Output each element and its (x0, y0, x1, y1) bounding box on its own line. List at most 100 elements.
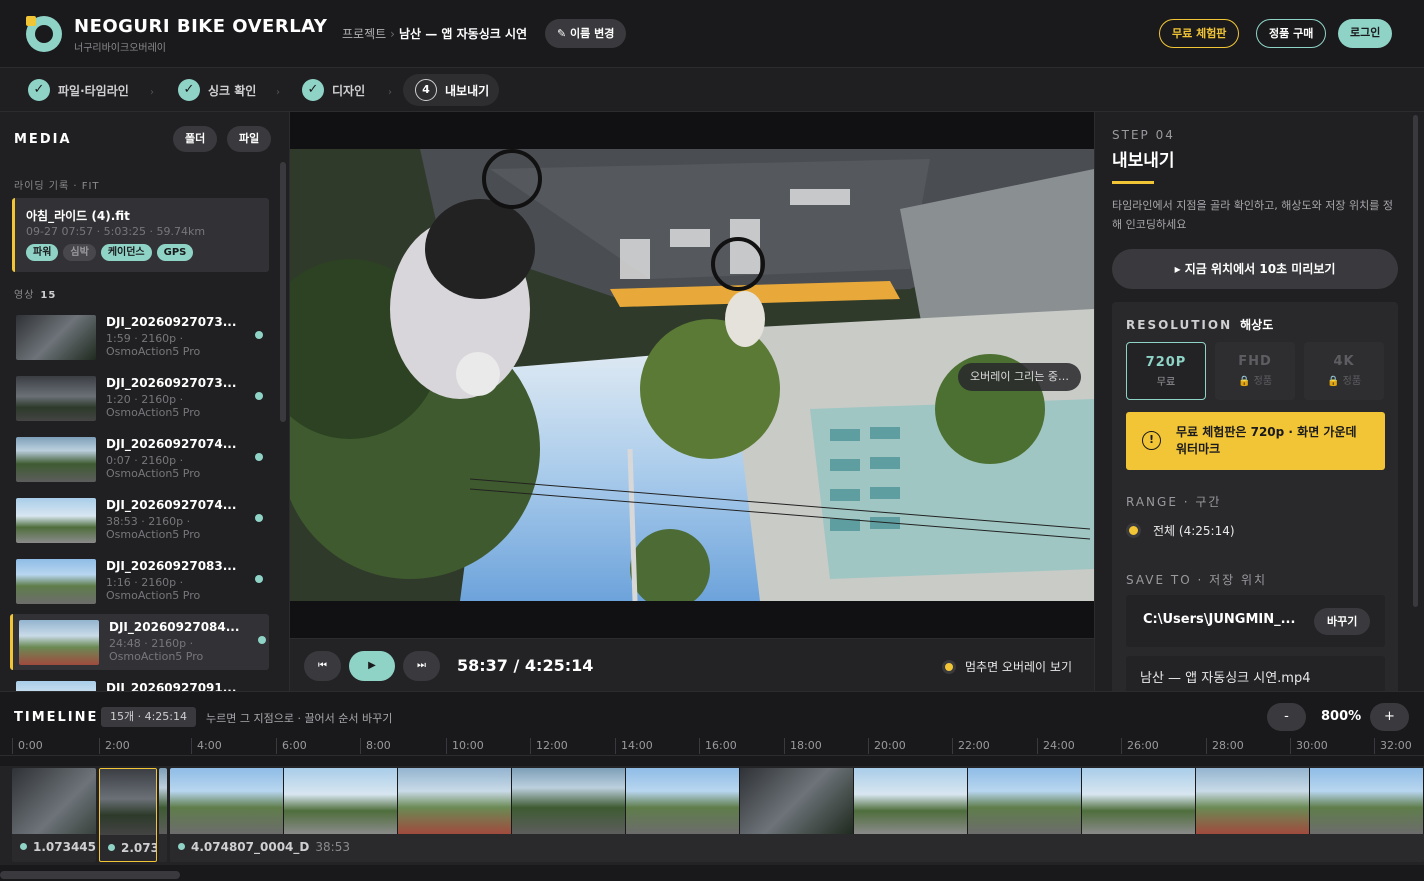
ruler-tick: 24:00 (1037, 738, 1075, 754)
clip-thumbnails (100, 769, 156, 835)
timeline-panel: TIMELINE 15개 · 4:25:14 누르면 그 지점으로 · 끌어서 … (0, 691, 1424, 881)
pause-overlay-toggle[interactable]: 멈추면 오버레이 보기 (942, 658, 1072, 675)
video-thumbnail (19, 620, 99, 665)
export-scrollbar[interactable] (1413, 115, 1418, 607)
step-files-timeline[interactable]: ✓ 파일·타임라인 (28, 74, 129, 106)
step-label: 파일·타임라인 (58, 83, 129, 98)
video-name: DJI_20260927084... (109, 620, 240, 634)
zoom-in-button[interactable]: + (1370, 703, 1409, 731)
media-title: MEDIA (14, 132, 72, 147)
free-trial-button[interactable]: 무료 체험판 (1159, 19, 1240, 48)
ruler-tick: 18:00 (784, 738, 822, 754)
timeline-clip[interactable]: 4.074807_0004_D 38:53 (170, 768, 1424, 862)
clip-label: 2.073 (108, 841, 156, 855)
range-option-all[interactable]: 전체 (4:25:14) (1126, 522, 1235, 539)
video-count: 15 (40, 290, 57, 301)
buy-license-button[interactable]: 정품 구매 (1256, 19, 1327, 48)
media-panel: MEDIA 폴더 파일 라이딩 기록 · FIT 아침_라이드 (4).fit … (0, 112, 290, 691)
top-header: NEOGURI BIKE OVERLAY 너구리바이크오버레이 프로젝트 › 남산 … (0, 0, 1424, 68)
preview-10s-button[interactable]: ▸ 지금 위치에서 10초 미리보기 (1112, 249, 1398, 289)
check-icon: ✓ (178, 79, 200, 101)
status-dot (255, 575, 263, 583)
ruler-tick: 28:00 (1206, 738, 1244, 754)
video-item[interactable]: DJI_20260927073... 1:20 · 2160p · OsmoAct… (10, 370, 269, 426)
step-export[interactable]: 4 내보내기 (403, 74, 500, 106)
resolution-fhd[interactable]: FHD 🔒 정품 (1215, 342, 1295, 400)
video-name: DJI_20260927073... (106, 376, 237, 390)
video-item[interactable]: DJI_20260927074... 38:53 · 2160p · OsmoAc… (10, 492, 269, 548)
video-meta: 38:53 · 2160p · OsmoAction5 Pro (106, 515, 201, 541)
ruler-tick: 10:00 (446, 738, 484, 754)
step-design[interactable]: ✓ 디자인 (302, 74, 365, 106)
clip-label: 4.074807_0004_D 38:53 (178, 840, 350, 854)
rename-button[interactable]: ✎ 이름 변경 (545, 19, 627, 48)
timeline-clip[interactable] (159, 768, 167, 862)
timeline-clip[interactable]: 1.073445 (12, 768, 96, 862)
video-thumbnail (16, 559, 96, 604)
login-button[interactable]: 로그인 (1338, 19, 1393, 48)
overlay-rendering-status: 오버레이 그리는 중… (958, 363, 1081, 391)
step-separator: › (388, 87, 392, 98)
video-item[interactable]: DJI_20260927073... 1:59 · 2160p · OsmoAct… (10, 309, 269, 365)
resolution-720p[interactable]: 720P 무료 (1126, 342, 1206, 400)
lock-icon: 🔒 정품 (1326, 376, 1362, 387)
ruler-tick: 20:00 (868, 738, 906, 754)
add-file-button[interactable]: 파일 (227, 126, 272, 152)
change-path-button[interactable]: 바꾸기 (1314, 608, 1371, 635)
video-thumbnail (16, 681, 96, 691)
playback-time: 58:37 / 4:25:14 (457, 656, 594, 675)
resolution-name: FHD (1238, 354, 1272, 369)
video-name: DJI_20260927074... (106, 437, 237, 451)
video-item[interactable]: DJI_20260927091... (10, 675, 269, 691)
previous-icon[interactable]: ⏮ (304, 651, 341, 681)
playback-controls: ⏮ ▶ ⏭ 58:37 / 4:25:14 멈추면 오버레이 보기 (290, 638, 1094, 691)
ruler-tick: 30:00 (1290, 738, 1328, 754)
zoom-out-button[interactable]: - (1267, 703, 1306, 731)
add-folder-button[interactable]: 폴더 (173, 126, 218, 152)
brand-subtitle: 너구리바이크오버레이 (74, 43, 166, 54)
video-name: DJI_20260927083... (106, 559, 237, 573)
timeline-clip[interactable]: 2.073 (99, 768, 157, 862)
export-panel: STEP 04 내보내기 타임라인에서 지점을 골라 확인하고, 해상도와 저장… (1094, 112, 1424, 691)
logo-accent (26, 16, 36, 26)
resolution-4k[interactable]: 4K 🔒 정품 (1304, 342, 1384, 400)
timeline-track[interactable]: 1.073445 2.073 4.074807_0004_D 38:53 (0, 766, 1424, 865)
project-name: 남산 — 앱 자동싱크 시연 (398, 27, 528, 41)
breadcrumb-separator: › (390, 27, 395, 41)
fit-section-label: 라이딩 기록 · FIT (14, 181, 100, 192)
save-to-label: SAVE TO · 저장 위치 (1126, 573, 1268, 587)
video-name: DJI_20260927074... (106, 498, 237, 512)
radio-on-icon (1126, 523, 1141, 538)
video-item[interactable]: DJI_20260927074... 0:07 · 2160p · OsmoAct… (10, 431, 269, 487)
timeline-scrollbar[interactable] (0, 871, 180, 879)
resolution-name: 720P (1145, 355, 1187, 370)
video-name: DJI_20260927091... (106, 681, 237, 691)
step-label: 싱크 확인 (208, 83, 257, 98)
radio-on-icon (942, 660, 956, 674)
next-icon[interactable]: ⏭ (403, 651, 440, 681)
ruler-tick: 6:00 (276, 738, 307, 754)
filename-field[interactable]: 남산 — 앱 자동싱크 시연.mp4 (1126, 656, 1385, 691)
video-thumbnail (16, 498, 96, 543)
step-bar: ✓ 파일·타임라인 › ✓ 싱크 확인 › ✓ 디자인 › 4 내보내기 (0, 68, 1424, 112)
export-title: 내보내기 (1112, 151, 1175, 171)
timeline-ruler[interactable]: 0:00 2:00 4:00 6:00 8:00 10:00 12:00 14:… (0, 738, 1424, 756)
fit-file-card[interactable]: 아침_라이드 (4).fit 09-27 07:57 · 5:03:25 · 5… (12, 198, 269, 272)
video-item[interactable]: DJI_20260927083... 1:16 · 2160p · OsmoAct… (10, 553, 269, 609)
video-meta: 1:20 · 2160p · OsmoAction5 Pro (106, 393, 201, 419)
play-button[interactable]: ▶ (349, 651, 395, 681)
brand-name: NEOGURI BIKE OVERLAY (74, 16, 328, 37)
ruler-tick: 22:00 (952, 738, 990, 754)
breadcrumb-root[interactable]: 프로젝트 (342, 27, 386, 41)
media-scrollbar[interactable] (280, 162, 286, 422)
resolution-sub: 무료 (1156, 377, 1176, 388)
range-value: 전체 (4:25:14) (1153, 524, 1235, 538)
save-path-field: C:\Users\JUNGMIN_... 바꾸기 (1126, 595, 1385, 647)
warning-text: 무료 체험판은 720p · 화면 가운데 워터마크 (1176, 425, 1357, 456)
step-sync-check[interactable]: ✓ 싱크 확인 (178, 74, 256, 106)
tag-power: 파워 (26, 244, 59, 261)
save-path-value: C:\Users\JUNGMIN_... (1143, 612, 1296, 627)
zoom-level: 800% (1321, 709, 1362, 724)
ruler-tick: 16:00 (699, 738, 737, 754)
video-item-selected[interactable]: DJI_20260927084... 24:48 · 2160p · OsmoAc… (10, 614, 269, 670)
